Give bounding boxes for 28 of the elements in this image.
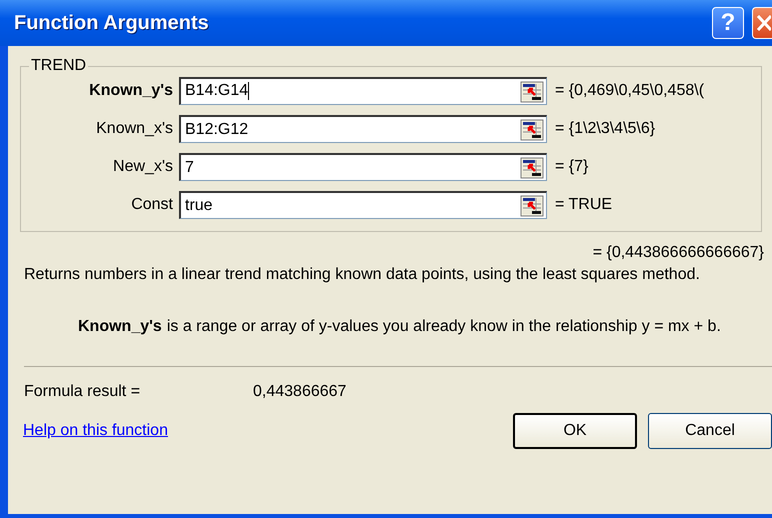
cancel-button[interactable]: Cancel [648, 413, 772, 449]
argument-description: is a range or array of y-values you already know in the relationship y = mx + b. [166, 317, 721, 337]
formula-result-label: Formula result = [24, 383, 142, 401]
argument-result: = {7} [554, 158, 590, 176]
range-select-icon[interactable] [520, 156, 544, 178]
range-select-icon[interactable] [520, 80, 544, 102]
function-result: = {0,443866666666667} [592, 243, 765, 262]
argument-result: = {0,469\0,45\0,458\( [554, 82, 706, 100]
window-title: Function Arguments [14, 12, 210, 34]
argument-label: Const [130, 196, 174, 214]
close-button[interactable] [752, 7, 772, 39]
argument-field[interactable]: B12:G12 [179, 115, 547, 143]
argument-result: = {1\2\3\4\5\6} [554, 120, 656, 138]
argument-label: New_x's [112, 158, 174, 176]
close-icon [757, 14, 771, 32]
argument-field[interactable]: 7 [179, 153, 547, 181]
argument-field[interactable]: B14:G14 [179, 77, 547, 105]
argument-result: = TRUE [554, 196, 614, 214]
help-link[interactable]: Help on this function [23, 422, 502, 440]
ok-button[interactable]: OK [513, 413, 637, 449]
range-select-icon[interactable] [520, 194, 544, 216]
argument-label: Known_y's [88, 82, 174, 100]
argument-name: Known_y's [78, 317, 162, 337]
range-select-icon[interactable] [520, 118, 544, 140]
formula-result-value: 0,443866667 [253, 383, 346, 401]
argument-label: Known_x's [95, 120, 174, 138]
function-description: Returns numbers in a linear trend matching known data points, using the least squares method. [23, 265, 701, 285]
argument-field[interactable]: true [179, 191, 547, 219]
